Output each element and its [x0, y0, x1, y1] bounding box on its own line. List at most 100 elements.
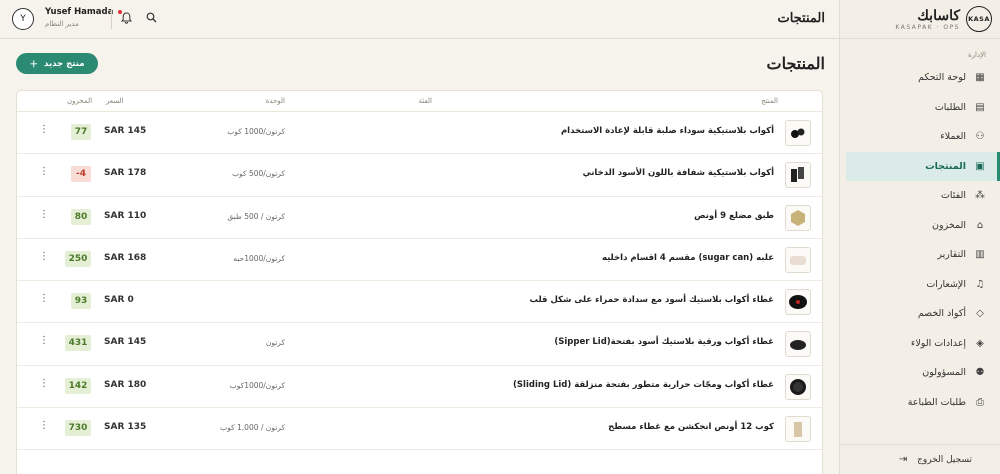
customers-icon: ⚇: [975, 131, 985, 143]
top-header: Y Yusef Hamada مدير النظام المنتجات: [0, 0, 839, 39]
product-price: SAR 0: [104, 295, 134, 306]
avatar[interactable]: Y: [12, 8, 34, 30]
table-row[interactable]: علبه (sugar can) مقسم 4 اقسام داخليه كرتو…: [17, 239, 822, 282]
new-product-button[interactable]: ＋ منتج جديد: [16, 53, 98, 74]
page-title: المنتجات: [766, 54, 826, 73]
product-name: كوب 12 أونص انجكشن مع غطاء مسطح: [608, 422, 774, 433]
product-thumbnail: [785, 204, 811, 231]
sidebar-item-notifications[interactable]: ♫ الإشعارات: [840, 270, 1000, 300]
sidebar-item-label: الطلبات: [934, 101, 966, 113]
search-icon[interactable]: [146, 12, 157, 26]
header-title: المنتجات: [777, 11, 825, 26]
row-menu-icon[interactable]: ⋮: [39, 420, 49, 431]
row-menu-icon[interactable]: ⋮: [39, 251, 49, 262]
sidebar-item-label: المسؤولون: [922, 367, 966, 379]
brand-logo: KASA: [966, 6, 992, 32]
reports-icon: ▥: [975, 249, 985, 261]
row-menu-icon[interactable]: ⋮: [39, 166, 49, 177]
sidebar-item-label: طلبات الطباعة: [907, 396, 966, 408]
brand-name-ar: كاسابك: [917, 7, 960, 24]
sidebar-item-orders[interactable]: ▤ الطلبات: [840, 93, 1000, 123]
product-unit: كرتون / 1,000 كوب: [220, 423, 285, 433]
sidebar-item-label: الإشعارات: [926, 278, 966, 290]
sidebar-item-label: الفئات: [940, 190, 966, 202]
product-price: SAR 180: [104, 379, 147, 390]
product-unit: كرتون / 500 طبق: [227, 211, 285, 221]
admins-icon: ⚉: [975, 367, 985, 379]
product-name: غطاء أكواب ومجّات حرارية متطور بفتحة منز…: [513, 379, 774, 390]
table-header: المنتج الفئة الوحدة السعر المخزون: [17, 91, 822, 112]
product-unit: كرتون/500 كوب: [232, 169, 285, 179]
brand-text: كاسابك KASAPAK · OPS: [895, 8, 960, 31]
sidebar-item-discount-tag[interactable]: ◇ أكواد الخصم: [840, 299, 1000, 329]
product-name: غطاء أكواب بلاستيك أسود مع سدادة حمراء ع…: [529, 295, 774, 306]
product-name: أكواب بلاستيكية سوداء صلبة قابلة لإعادة …: [560, 126, 774, 136]
sidebar-item-label: المنتجات: [925, 160, 966, 172]
sidebar-section-label: الإدارة: [967, 51, 986, 59]
product-thumbnail: [785, 162, 811, 189]
product-thumbnail: [785, 246, 811, 273]
product-name: علبه (sugar can) مقسم 4 اقسام داخليه: [601, 252, 774, 263]
sidebar-item-products[interactable]: ▣ المنتجات: [846, 151, 1000, 181]
sidebar-nav: ▦ لوحة التحكم ▤ الطلبات ⚇ العملاء ▣ المنتجات ⁂ ال…: [840, 63, 1000, 417]
product-thumbnail: [785, 120, 811, 146]
product-price: SAR 145: [104, 126, 147, 136]
stock-badge: 142: [65, 377, 91, 394]
warehouse-icon: ⌂: [976, 219, 984, 231]
table-row[interactable]: غطاء أكواب بلاستيك أسود مع سدادة حمراء ع…: [17, 281, 822, 324]
table-row[interactable]: غطاء أكواب ومجّات حرارية متطور بفتحة منز…: [17, 366, 822, 409]
product-price: SAR 168: [104, 252, 147, 263]
user-name: Yusef Hamada: [45, 7, 114, 17]
loyalty-tag-icon: ◈: [976, 337, 984, 349]
col-category: الفئة: [418, 97, 432, 105]
logout-icon: ⇥: [898, 454, 908, 465]
product-thumbnail: [785, 331, 811, 358]
table-row[interactable]: أكواب بلاستيكية شفافة باللون الأسود الدخ…: [17, 154, 822, 197]
stock-badge: 77: [71, 124, 91, 140]
sidebar-item-warehouse[interactable]: ⌂ المخزون: [840, 211, 1000, 241]
sidebar-item-dashboard[interactable]: ▦ لوحة التحكم: [840, 63, 1000, 93]
logout-button[interactable]: تسجيل الخروج ⇥: [840, 444, 1000, 474]
logout-label: تسجيل الخروج: [917, 454, 972, 465]
product-price: SAR 178: [104, 168, 147, 179]
orders-icon: ▤: [975, 101, 985, 113]
product-unit: كرتون/1000حبه: [233, 253, 285, 263]
sidebar-item-admins[interactable]: ⚉ المسؤولون: [840, 358, 1000, 388]
product-price: SAR 145: [104, 337, 147, 348]
sidebar-item-reports[interactable]: ▥ التقارير: [840, 240, 1000, 270]
product-unit: كرتون/1000كوب: [229, 380, 285, 390]
brand[interactable]: كاسابك KASAPAK · OPS KASA: [840, 0, 1000, 39]
stock-badge: -4: [71, 166, 91, 183]
sidebar-item-printer[interactable]: ⎙ طلبات الطباعة: [840, 388, 1000, 418]
product-thumbnail: [785, 289, 811, 316]
table-row[interactable]: طبق مضلع 9 أونص كرتون / 500 طبق SAR 110 80 ⋮: [17, 197, 822, 239]
table-row[interactable]: كوب 12 أونص انجكشن مع غطاء مسطح كرتون / 1…: [17, 408, 822, 451]
products-table: المنتج الفئة الوحدة السعر المخزون أكواب …: [16, 90, 823, 474]
row-menu-icon[interactable]: ⋮: [39, 293, 49, 304]
bell-icon[interactable]: [121, 12, 132, 27]
col-price: السعر: [106, 97, 124, 105]
sidebar-item-loyalty-tag[interactable]: ◈ إعدادات الولاء: [840, 329, 1000, 359]
product-price: SAR 110: [104, 210, 147, 221]
sidebar-item-label: لوحة التحكم: [918, 72, 966, 84]
table-body: أكواب بلاستيكية سوداء صلبة قابلة لإعادة …: [17, 112, 822, 451]
brand-name-en: KASAPAK · OPS: [895, 23, 960, 31]
sidebar-item-customers[interactable]: ⚇ العملاء: [840, 122, 1000, 152]
row-menu-icon[interactable]: ⋮: [39, 335, 49, 346]
row-menu-icon[interactable]: ⋮: [39, 209, 49, 220]
header-divider: [111, 9, 112, 29]
notifications-icon: ♫: [975, 278, 985, 290]
table-row[interactable]: غطاء أكواب ورقية بلاستيك أسود بفتحة(Sipp…: [17, 323, 822, 366]
col-stock: المخزون: [67, 97, 93, 105]
dashboard-icon: ▦: [975, 72, 985, 84]
sidebar-item-categories[interactable]: ⁂ الفئات: [840, 181, 1000, 211]
table-row[interactable]: أكواب بلاستيكية سوداء صلبة قابلة لإعادة …: [17, 112, 822, 155]
row-menu-icon[interactable]: ⋮: [39, 124, 49, 135]
product-thumbnail: [785, 373, 811, 400]
stock-badge: 93: [71, 293, 91, 310]
products-icon: ▣: [975, 160, 985, 172]
product-name: أكواب بلاستيكية شفافة باللون الأسود الدخ…: [582, 168, 774, 179]
sidebar-item-label: إعدادات الولاء: [910, 337, 966, 349]
new-product-label: منتج جديد: [44, 58, 85, 69]
row-menu-icon[interactable]: ⋮: [39, 378, 49, 389]
